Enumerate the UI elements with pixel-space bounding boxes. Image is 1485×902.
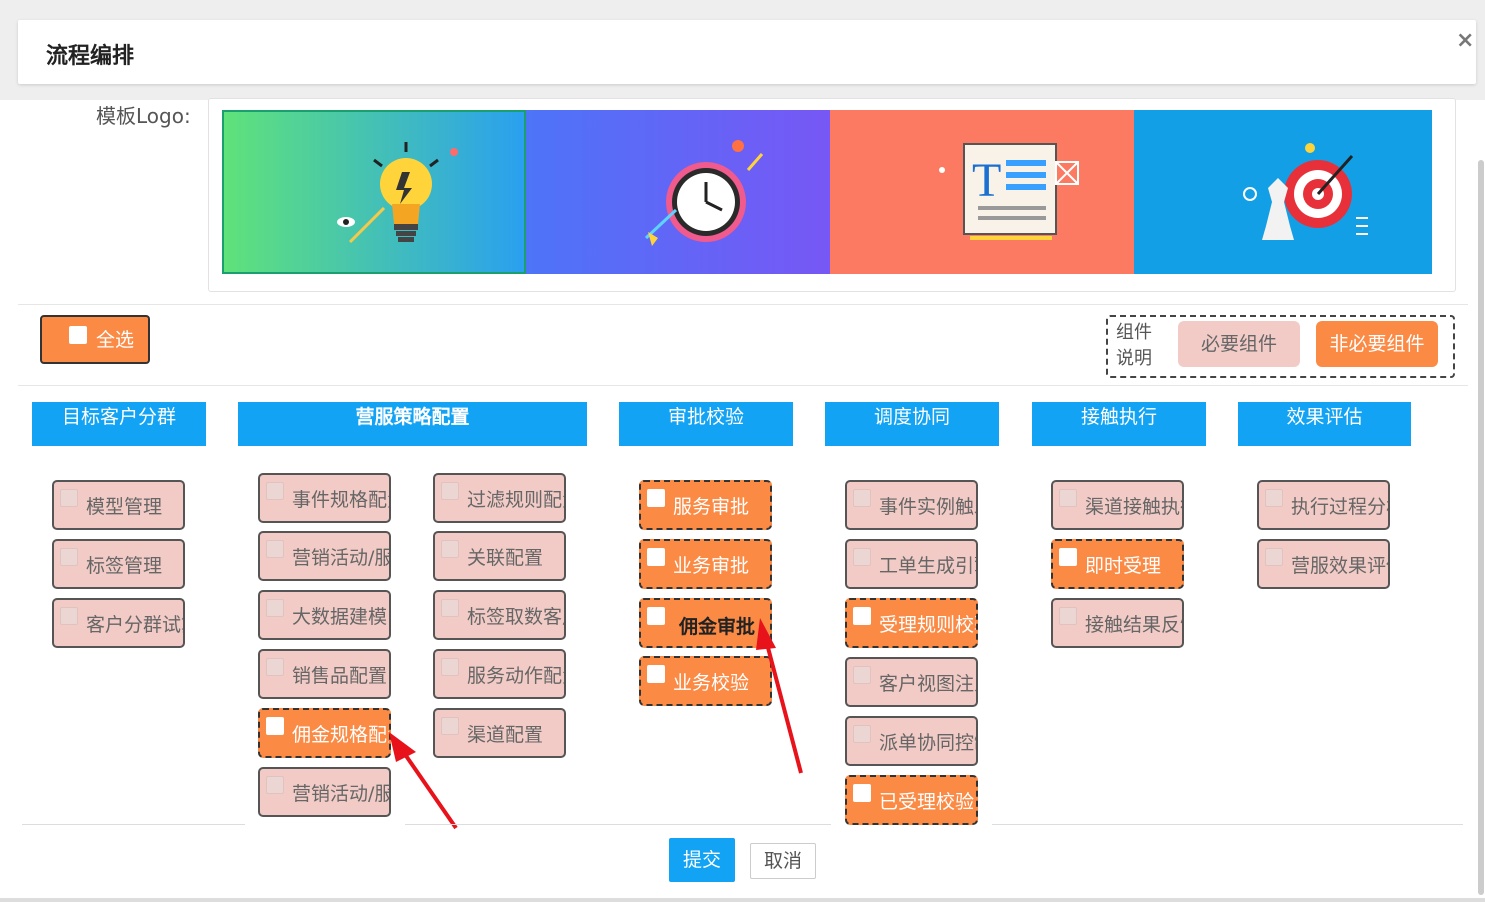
checkbox-icon[interactable] bbox=[853, 666, 871, 684]
lightbulb-banner[interactable] bbox=[222, 110, 526, 274]
select-all-checkbox[interactable]: 全选 bbox=[40, 315, 150, 364]
column-header-contact-exec: 接触执行 bbox=[1032, 402, 1206, 446]
column-header-approval: 审批校验 bbox=[619, 402, 793, 446]
component-card[interactable]: 工单生成引擎 bbox=[845, 539, 978, 589]
checkbox-icon[interactable] bbox=[853, 784, 871, 802]
checkbox-icon[interactable] bbox=[60, 548, 78, 566]
checkbox-icon[interactable] bbox=[441, 658, 459, 676]
document-banner[interactable]: T bbox=[830, 110, 1134, 274]
clock-banner[interactable] bbox=[526, 110, 830, 274]
component-card[interactable]: 已受理校验 bbox=[845, 775, 978, 825]
checkbox-icon[interactable] bbox=[441, 717, 459, 735]
divider bbox=[405, 824, 831, 825]
checkbox-icon[interactable] bbox=[441, 540, 459, 558]
text-document-icon: T bbox=[939, 143, 1079, 240]
component-card[interactable]: 受理规则校验 bbox=[845, 598, 978, 648]
component-card[interactable]: 即时受理 bbox=[1051, 539, 1184, 589]
column-header-dispatch: 调度协同 bbox=[825, 402, 999, 446]
checkbox-icon[interactable] bbox=[266, 599, 284, 617]
checkbox-icon[interactable] bbox=[60, 489, 78, 507]
component-card[interactable]: 客户分群试算 bbox=[52, 598, 185, 648]
checkbox-icon[interactable] bbox=[441, 599, 459, 617]
component-legend: 组件说明 必要组件 非必要组件 bbox=[1106, 315, 1455, 378]
checkbox-icon[interactable] bbox=[266, 717, 284, 735]
cancel-button[interactable]: 取消 bbox=[750, 843, 816, 879]
svg-text:T: T bbox=[972, 154, 1001, 207]
template-logo-label: 模板Logo: bbox=[96, 104, 191, 128]
checkbox-icon[interactable] bbox=[1059, 548, 1077, 566]
component-card[interactable]: 事件规格配置 bbox=[258, 473, 391, 523]
checkbox-icon[interactable] bbox=[266, 482, 284, 500]
component-card[interactable]: 业务校验 bbox=[639, 656, 772, 706]
divider bbox=[18, 385, 1468, 386]
checkbox-icon[interactable] bbox=[853, 725, 871, 743]
target-icon bbox=[1243, 143, 1368, 240]
component-card[interactable]: 事件实例触发 bbox=[845, 480, 978, 530]
column-header-strategy-config: 营服策略配置 bbox=[238, 402, 587, 446]
clock-icon bbox=[644, 140, 764, 246]
component-card[interactable]: 销售品配置 bbox=[258, 649, 391, 699]
checkbox-icon[interactable] bbox=[1265, 548, 1283, 566]
component-card[interactable]: 标签管理 bbox=[52, 539, 185, 589]
close-icon[interactable]: × bbox=[1456, 28, 1474, 53]
component-card[interactable]: 标签取数客户 bbox=[433, 590, 566, 640]
component-card[interactable]: 渠道接触执行 bbox=[1051, 480, 1184, 530]
component-card[interactable]: 派单协同控制 bbox=[845, 716, 978, 766]
arrow-head-icon bbox=[389, 732, 416, 762]
lightbulb-icon bbox=[337, 142, 458, 244]
checkbox-icon[interactable] bbox=[647, 548, 665, 566]
legend-optional: 非必要组件 bbox=[1316, 321, 1438, 367]
component-card[interactable]: 服务动作配置 bbox=[433, 649, 566, 699]
legend-required: 必要组件 bbox=[1178, 321, 1300, 367]
checkbox-icon[interactable] bbox=[853, 489, 871, 507]
dialog-title: 流程编排 bbox=[46, 44, 135, 69]
select-all-label: 全选 bbox=[96, 329, 135, 351]
checkbox-icon[interactable] bbox=[853, 607, 871, 625]
divider bbox=[0, 898, 1485, 902]
component-card[interactable]: 大数据建模 bbox=[258, 590, 391, 640]
component-card[interactable]: 关联配置 bbox=[433, 531, 566, 581]
component-card[interactable]: 营服效果评估 bbox=[1257, 539, 1390, 589]
checkbox-icon[interactable] bbox=[853, 548, 871, 566]
column-header-target-customer: 目标客户分群 bbox=[32, 402, 206, 446]
dialog-header: 流程编排 bbox=[18, 20, 1476, 84]
divider bbox=[18, 304, 1468, 305]
component-card[interactable]: 接触结果反馈 bbox=[1051, 598, 1184, 648]
component-card[interactable]: 模型管理 bbox=[52, 480, 185, 530]
checkbox-icon[interactable] bbox=[60, 607, 78, 625]
component-card[interactable]: 过滤规则配置 bbox=[433, 473, 566, 523]
checkbox-icon[interactable] bbox=[266, 540, 284, 558]
component-card[interactable]: 渠道配置 bbox=[433, 708, 566, 758]
target-banner[interactable] bbox=[1134, 110, 1432, 274]
divider bbox=[992, 824, 1463, 825]
divider bbox=[22, 824, 245, 825]
component-card-commission-approval[interactable]: 佣金审批 bbox=[639, 598, 772, 648]
component-card[interactable]: 营销活动/服务 bbox=[258, 531, 391, 581]
component-card[interactable]: 服务审批 bbox=[639, 480, 772, 530]
checkbox-icon[interactable] bbox=[441, 482, 459, 500]
checkbox-icon[interactable] bbox=[69, 326, 87, 344]
submit-button[interactable]: 提交 bbox=[669, 838, 735, 882]
component-card-commission-spec[interactable]: 佣金规格配置 bbox=[258, 708, 391, 758]
checkbox-icon[interactable] bbox=[266, 658, 284, 676]
checkbox-icon[interactable] bbox=[266, 776, 284, 794]
column-header-effect-eval: 效果评估 bbox=[1238, 402, 1411, 446]
scrollbar[interactable] bbox=[1478, 160, 1484, 895]
legend-title: 组件说明 bbox=[1116, 322, 1152, 369]
checkbox-icon[interactable] bbox=[647, 665, 665, 683]
checkbox-icon[interactable] bbox=[1265, 489, 1283, 507]
annotation-arrow bbox=[400, 748, 458, 830]
checkbox-icon[interactable] bbox=[1059, 607, 1077, 625]
component-card[interactable]: 执行过程分析 bbox=[1257, 480, 1390, 530]
component-card[interactable]: 营销活动/服务 bbox=[258, 767, 391, 817]
checkbox-icon[interactable] bbox=[1059, 489, 1077, 507]
component-card[interactable]: 业务审批 bbox=[639, 539, 772, 589]
checkbox-icon[interactable] bbox=[647, 607, 665, 625]
checkbox-icon[interactable] bbox=[647, 489, 665, 507]
component-card[interactable]: 客户视图注入 bbox=[845, 657, 978, 707]
